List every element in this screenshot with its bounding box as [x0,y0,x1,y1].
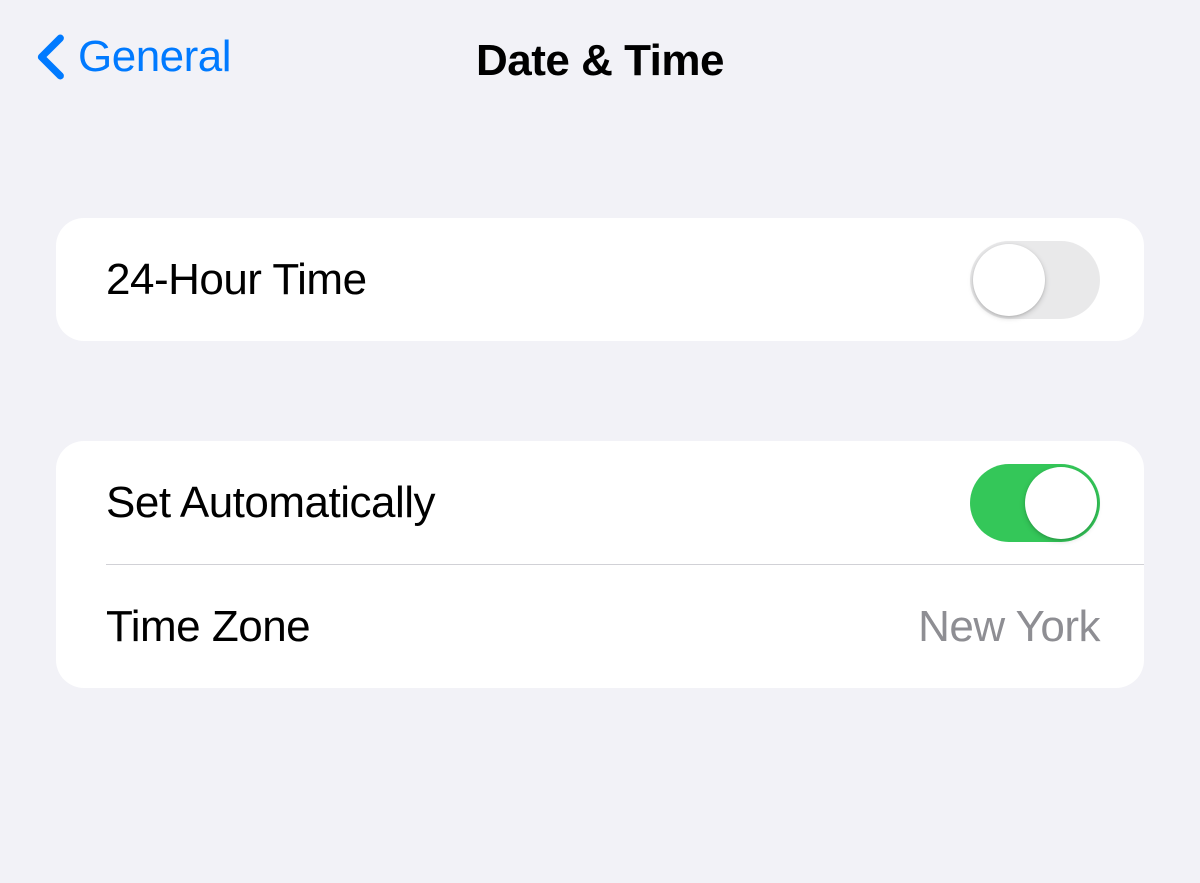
page-title: Date & Time [476,36,724,86]
back-button[interactable]: General [32,32,231,82]
row-value-time-zone: New York [918,602,1100,652]
row-label: Set Automatically [106,478,435,528]
content: 24-Hour Time Set Automatically Time Zone… [0,218,1200,688]
back-label: General [78,32,231,82]
row-label: 24-Hour Time [106,255,367,305]
settings-group-1: 24-Hour Time [56,218,1144,341]
chevron-left-icon [32,33,68,81]
toggle-thumb [973,244,1045,316]
row-set-automatically[interactable]: Set Automatically [56,441,1144,564]
toggle-24-hour-time[interactable] [970,241,1100,319]
row-time-zone[interactable]: Time Zone New York [56,565,1144,688]
row-24-hour-time[interactable]: 24-Hour Time [56,218,1144,341]
toggle-thumb [1025,467,1097,539]
toggle-set-automatically[interactable] [970,464,1100,542]
row-label: Time Zone [106,602,310,652]
header: General Date & Time [0,0,1200,120]
settings-group-2: Set Automatically Time Zone New York [56,441,1144,688]
